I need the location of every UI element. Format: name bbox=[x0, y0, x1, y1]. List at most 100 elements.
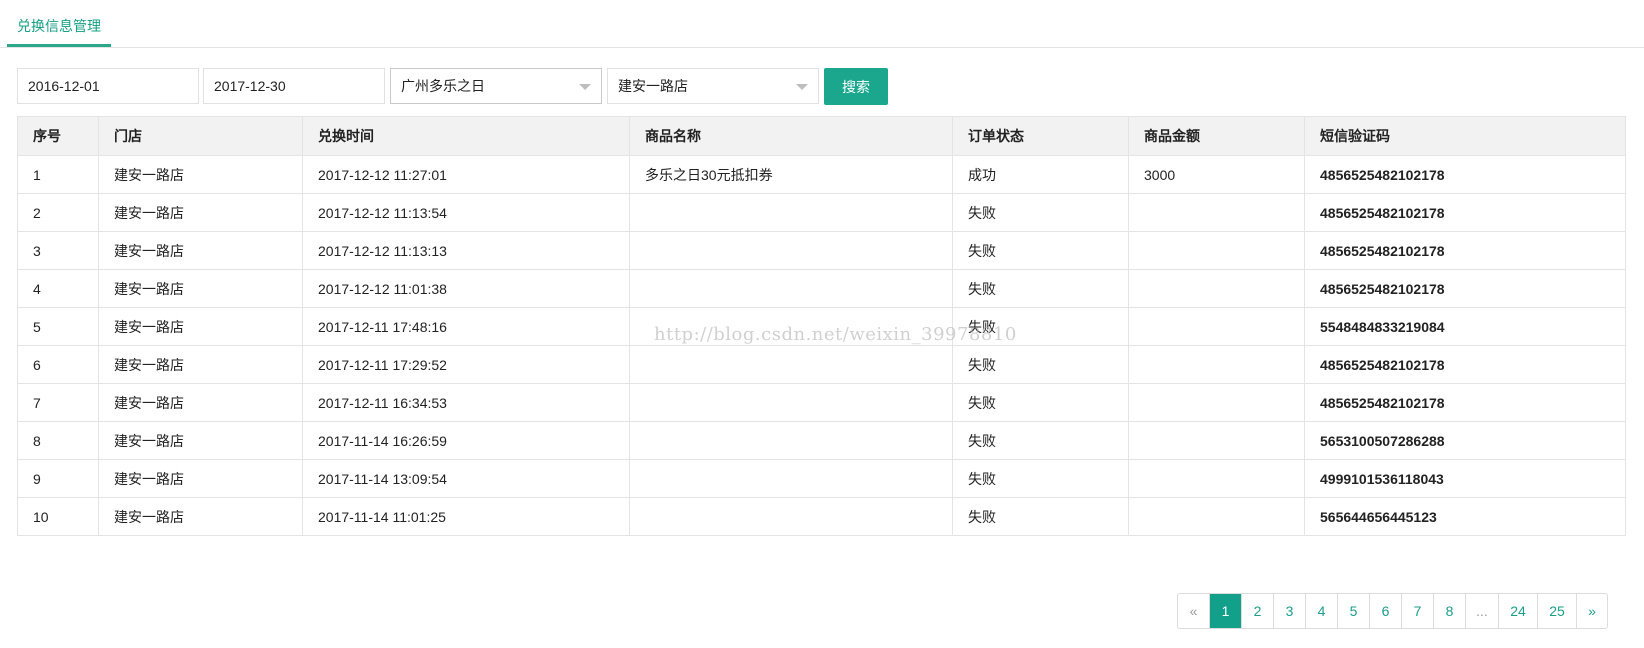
table-cell bbox=[629, 497, 953, 536]
table-cell bbox=[629, 345, 953, 384]
table-cell: 2017-12-12 11:01:38 bbox=[302, 269, 630, 308]
table-row: 10 建安一路店 2017-11-14 11:01:25 失败 565644656445… bbox=[17, 497, 1626, 536]
table-cell: 4999101536118043 bbox=[1304, 459, 1626, 498]
tab-bar: 兑换信息管理 bbox=[0, 0, 1644, 48]
chevron-down-icon bbox=[796, 84, 808, 90]
table-cell bbox=[1128, 307, 1305, 346]
table-cell: 2017-12-12 11:13:54 bbox=[302, 193, 630, 232]
table-cell: 成功 bbox=[952, 155, 1129, 194]
table-row: 4 建安一路店 2017-12-12 11:01:38 失败 4856525482102… bbox=[17, 269, 1626, 308]
table-row: 9 建安一路店 2017-11-14 13:09:54 失败 4999101536118… bbox=[17, 459, 1626, 498]
table-cell bbox=[1128, 269, 1305, 308]
table-cell: 4856525482102178 bbox=[1304, 383, 1626, 422]
brand-select[interactable]: 广州多乐之日 bbox=[390, 68, 602, 104]
table-cell: 失败 bbox=[952, 345, 1129, 384]
column-header: 短信验证码 bbox=[1304, 116, 1626, 156]
pagination-page-5[interactable]: 5 bbox=[1337, 594, 1369, 628]
pagination-page-1[interactable]: 1 bbox=[1209, 594, 1241, 628]
table-cell: 4856525482102178 bbox=[1304, 231, 1626, 270]
table-cell: 失败 bbox=[952, 231, 1129, 270]
table-cell: 3 bbox=[17, 231, 99, 270]
table-cell: 建安一路店 bbox=[98, 155, 303, 194]
table-cell bbox=[1128, 383, 1305, 422]
table-cell bbox=[629, 421, 953, 460]
pagination: «1 2 3 4 5 6 7 8... 24 25» bbox=[1177, 593, 1608, 629]
table-row: 7 建安一路店 2017-12-11 16:34:53 失败 4856525482102… bbox=[17, 383, 1626, 422]
table-row: 3 建安一路店 2017-12-12 11:13:13 失败 4856525482102… bbox=[17, 231, 1626, 270]
table-cell bbox=[629, 383, 953, 422]
table-cell: 2017-12-11 17:29:52 bbox=[302, 345, 630, 384]
table-cell: 建安一路店 bbox=[98, 269, 303, 308]
table-cell bbox=[1128, 421, 1305, 460]
column-header: 兑换时间 bbox=[302, 116, 630, 156]
chevron-down-icon bbox=[579, 84, 591, 90]
table-cell bbox=[629, 269, 953, 308]
pagination-page-4[interactable]: 4 bbox=[1305, 594, 1337, 628]
table-cell: 10 bbox=[17, 497, 99, 536]
table-cell: 4856525482102178 bbox=[1304, 155, 1626, 194]
tab-exchange-info[interactable]: 兑换信息管理 bbox=[7, 0, 111, 47]
table-cell: 9 bbox=[17, 459, 99, 498]
column-header: 序号 bbox=[17, 116, 99, 156]
table-cell: 建安一路店 bbox=[98, 421, 303, 460]
table-cell: 建安一路店 bbox=[98, 345, 303, 384]
table-cell bbox=[1128, 459, 1305, 498]
table-cell: 4856525482102178 bbox=[1304, 345, 1626, 384]
pagination-page-25[interactable]: 25 bbox=[1537, 594, 1576, 628]
table-cell: 8 bbox=[17, 421, 99, 460]
table-cell: 4 bbox=[17, 269, 99, 308]
end-date-input[interactable] bbox=[203, 68, 385, 104]
table-cell bbox=[629, 459, 953, 498]
pagination-page-24[interactable]: 24 bbox=[1498, 594, 1537, 628]
start-date-input[interactable] bbox=[17, 68, 199, 104]
pagination-prev-button[interactable]: « bbox=[1178, 594, 1209, 628]
table-row: 1 建安一路店 2017-12-12 11:27:01 多乐之日30元抵扣券 成功 300… bbox=[17, 155, 1626, 194]
table-cell: 建安一路店 bbox=[98, 383, 303, 422]
table-cell: 2017-11-14 13:09:54 bbox=[302, 459, 630, 498]
pagination-page-3[interactable]: 3 bbox=[1273, 594, 1305, 628]
exchange-table: 序号 门店 兑换时间 商品名称 订单状态 商品金额 短信验证码 1 建安一路店 20… bbox=[17, 116, 1626, 536]
table-cell: 失败 bbox=[952, 269, 1129, 308]
table-row: 8 建安一路店 2017-11-14 16:26:59 失败 5653100507286… bbox=[17, 421, 1626, 460]
table-cell: 6 bbox=[17, 345, 99, 384]
table-cell: 4856525482102178 bbox=[1304, 269, 1626, 308]
table-cell: 失败 bbox=[952, 459, 1129, 498]
table-cell: 多乐之日30元抵扣券 bbox=[629, 155, 953, 194]
table-cell bbox=[1128, 231, 1305, 270]
table-cell bbox=[1128, 193, 1305, 232]
search-button[interactable]: 搜索 bbox=[824, 68, 888, 105]
table-cell: 2017-11-14 16:26:59 bbox=[302, 421, 630, 460]
table-cell: 失败 bbox=[952, 307, 1129, 346]
table-row: 2 建安一路店 2017-12-12 11:13:54 失败 4856525482102… bbox=[17, 193, 1626, 232]
table-cell: 建安一路店 bbox=[98, 193, 303, 232]
pagination-page-7[interactable]: 7 bbox=[1401, 594, 1433, 628]
table-cell: 7 bbox=[17, 383, 99, 422]
brand-select-value: 广州多乐之日 bbox=[401, 78, 485, 94]
table-cell: 1 bbox=[17, 155, 99, 194]
store-select-value: 建安一路店 bbox=[618, 78, 688, 94]
pagination-next-button[interactable]: » bbox=[1576, 594, 1607, 628]
table-cell: 2017-11-14 11:01:25 bbox=[302, 497, 630, 536]
pagination-page-6[interactable]: 6 bbox=[1369, 594, 1401, 628]
pagination-ellipsis[interactable]: ... bbox=[1465, 594, 1498, 628]
table-cell: 建安一路店 bbox=[98, 459, 303, 498]
table-cell bbox=[1128, 497, 1305, 536]
pagination-page-2[interactable]: 2 bbox=[1241, 594, 1273, 628]
column-header: 门店 bbox=[98, 116, 303, 156]
table-row: 5 建安一路店 2017-12-11 17:48:16 失败 5548484833219… bbox=[17, 307, 1626, 346]
table-cell: 2017-12-11 16:34:53 bbox=[302, 383, 630, 422]
table-cell bbox=[629, 193, 953, 232]
table-cell: 失败 bbox=[952, 421, 1129, 460]
pagination-page-8[interactable]: 8 bbox=[1433, 594, 1465, 628]
table-cell: 3000 bbox=[1128, 155, 1305, 194]
table-cell: 2017-12-12 11:27:01 bbox=[302, 155, 630, 194]
table-cell: 5653100507286288 bbox=[1304, 421, 1626, 460]
table-cell: 建安一路店 bbox=[98, 307, 303, 346]
column-header: 订单状态 bbox=[952, 116, 1129, 156]
store-select[interactable]: 建安一路店 bbox=[607, 68, 819, 104]
table-header-row: 序号 门店 兑换时间 商品名称 订单状态 商品金额 短信验证码 bbox=[17, 116, 1626, 156]
table-cell bbox=[629, 307, 953, 346]
table-cell: 失败 bbox=[952, 193, 1129, 232]
table-cell: 4856525482102178 bbox=[1304, 193, 1626, 232]
table-cell: 失败 bbox=[952, 497, 1129, 536]
